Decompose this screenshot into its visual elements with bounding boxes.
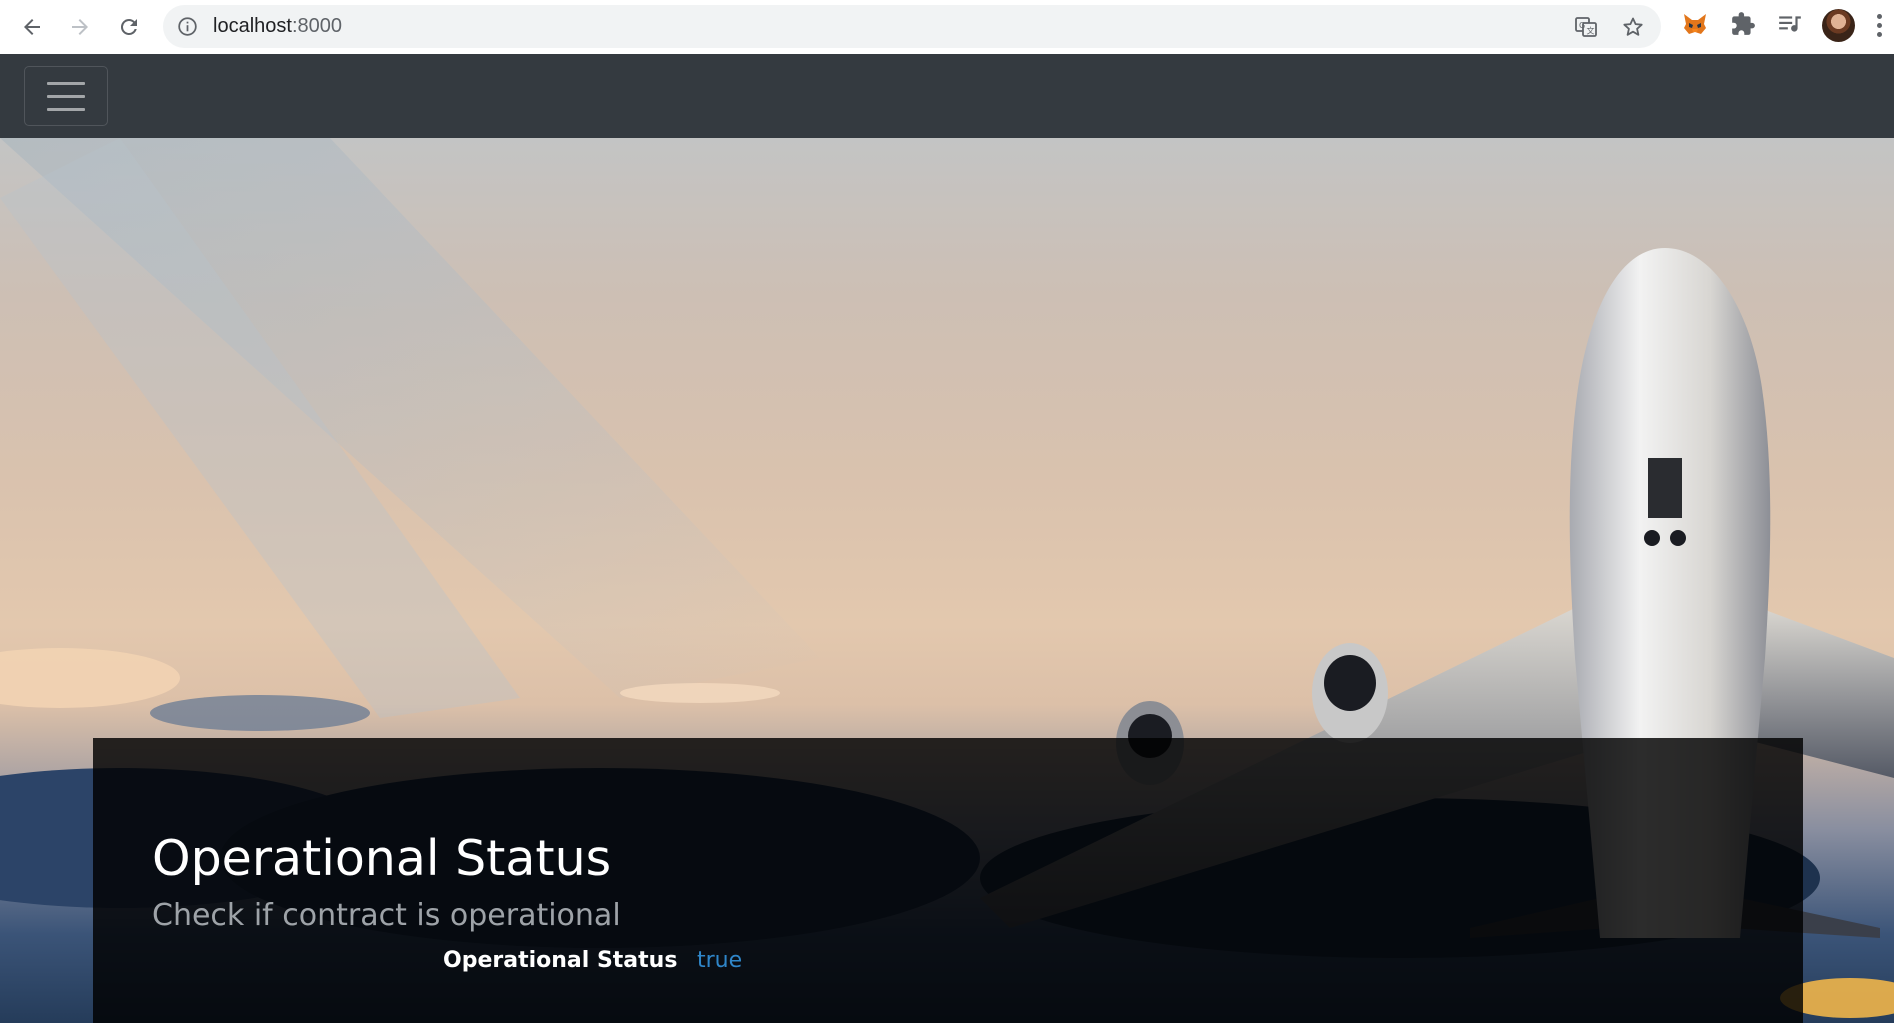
url-text[interactable]: localhost:8000 (213, 5, 342, 48)
url-host: localhost (213, 15, 292, 37)
hamburger-icon (47, 81, 85, 85)
star-icon[interactable] (1621, 15, 1645, 39)
forward-icon (72, 19, 88, 35)
svg-text:G: G (1579, 21, 1585, 30)
svg-text:文: 文 (1587, 26, 1595, 36)
address-bar[interactable]: localhost:8000 G 文 (163, 5, 1661, 48)
hero-section: Operational Status Check if contract is … (0, 138, 1894, 1023)
info-icon[interactable] (177, 16, 198, 37)
status-value: true (697, 948, 743, 973)
forward-button[interactable] (62, 9, 98, 45)
url-port: :8000 (291, 15, 342, 37)
browser-toolbar: localhost:8000 G 文 (0, 0, 1894, 54)
reload-icon (120, 18, 137, 35)
back-icon (24, 19, 40, 35)
panel-title: Operational Status (152, 830, 612, 887)
kebab-menu-icon[interactable] (1877, 14, 1883, 40)
metamask-fox-icon[interactable] (1682, 11, 1708, 37)
panel-subtitle: Check if contract is operational (152, 898, 621, 933)
translate-icon[interactable]: G 文 (1574, 15, 1598, 39)
app-navbar (0, 54, 1894, 138)
back-button[interactable] (14, 9, 50, 45)
operational-status-panel: Operational Status Check if contract is … (93, 738, 1803, 1023)
reading-list-icon[interactable] (1777, 11, 1803, 37)
status-label: Operational Status (443, 948, 678, 973)
reload-button[interactable] (111, 9, 147, 45)
profile-avatar[interactable] (1822, 9, 1855, 42)
navbar-toggler-button[interactable] (24, 66, 108, 126)
extensions-puzzle-icon[interactable] (1730, 11, 1756, 37)
